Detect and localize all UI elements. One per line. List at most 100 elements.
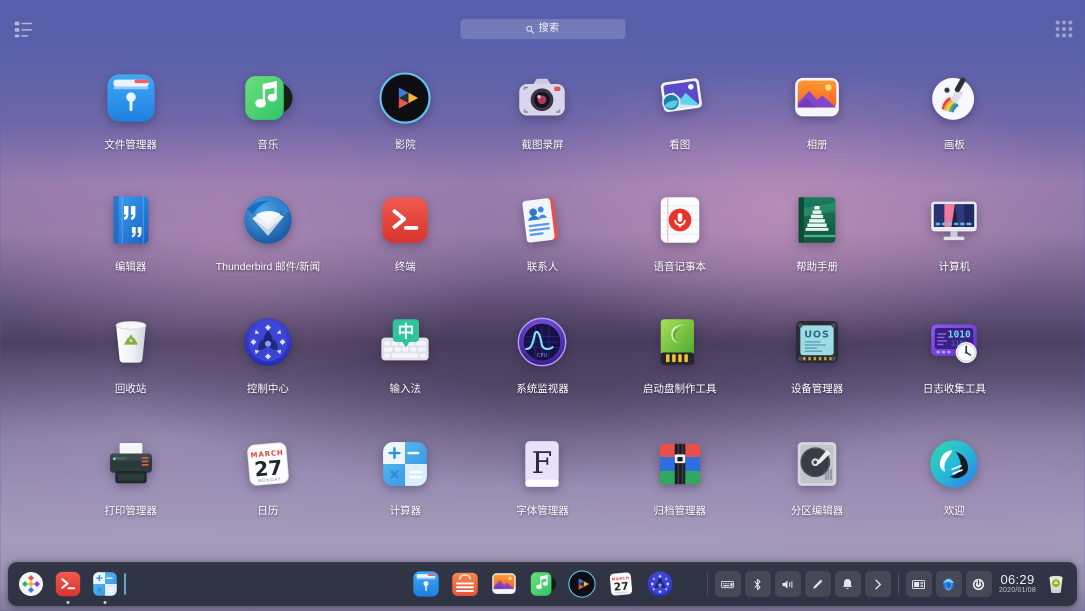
- app-item[interactable]: 编辑器: [62, 184, 199, 306]
- category-view-icon[interactable]: [1053, 18, 1075, 40]
- dock-file-manager[interactable]: [411, 569, 441, 599]
- dock-album[interactable]: [489, 569, 519, 599]
- tray-volume[interactable]: [774, 571, 801, 597]
- partition-editor-icon[interactable]: [789, 436, 845, 492]
- app-item[interactable]: 计算器: [337, 428, 474, 550]
- launcher-topbar: 搜索: [0, 0, 1085, 57]
- app-item[interactable]: 归档管理器: [611, 428, 748, 550]
- movie-icon[interactable]: [377, 70, 433, 126]
- thunderbird-icon[interactable]: [240, 192, 296, 248]
- app-label: 文件管理器: [104, 139, 157, 151]
- app-label: 输入法: [389, 383, 421, 395]
- tray-expand[interactable]: [864, 571, 891, 597]
- app-item[interactable]: 回收站: [62, 306, 199, 428]
- dock-calendar[interactable]: MARCH 27 MONDAY: [606, 569, 636, 599]
- app-label: Thunderbird 邮件/新闻: [215, 261, 321, 273]
- app-item[interactable]: 联系人: [474, 184, 611, 306]
- device-manager-icon[interactable]: UOS: [789, 314, 845, 370]
- tray-brightness[interactable]: [804, 571, 831, 597]
- text-editor-icon[interactable]: [103, 192, 159, 248]
- tray-bluetooth[interactable]: [744, 571, 771, 597]
- app-label: 帮助手册: [796, 261, 839, 273]
- application-grid: 文件管理器 音乐 影院 截图录屏 看图 相册 画板编辑器 Thunderbird 邮件/新闻 终…: [62, 62, 1023, 532]
- app-label: 欢迎: [943, 505, 965, 517]
- app-label: 编辑器: [114, 261, 147, 273]
- dock-music[interactable]: [528, 569, 558, 599]
- app-item[interactable]: 分区编辑器: [748, 428, 885, 550]
- screen-capture-icon[interactable]: [514, 70, 570, 126]
- app-item[interactable]: 截图录屏: [474, 62, 611, 184]
- trash-icon[interactable]: [103, 314, 159, 370]
- app-item[interactable]: 相册: [748, 62, 885, 184]
- contacts-icon[interactable]: [514, 192, 570, 248]
- tray-trash-icon[interactable]: [1043, 571, 1069, 597]
- tray-plain-group: [904, 571, 994, 597]
- app-item[interactable]: 帮助手册: [748, 184, 885, 306]
- dock-control-center[interactable]: [645, 569, 675, 599]
- app-label: 日历: [257, 505, 279, 517]
- drawing-icon[interactable]: [926, 70, 982, 126]
- app-item[interactable]: 1010 1101 日志收集工具: [886, 306, 1023, 428]
- app-item[interactable]: 画板: [886, 62, 1023, 184]
- system-monitor-icon[interactable]: CPU: [514, 314, 570, 370]
- tray-divider-left: [706, 573, 708, 595]
- app-item[interactable]: 音乐: [199, 62, 336, 184]
- app-item[interactable]: 语音记事本: [611, 184, 748, 306]
- control-center-icon[interactable]: [240, 314, 296, 370]
- app-item[interactable]: 文件管理器: [62, 62, 199, 184]
- app-item[interactable]: 计算机: [886, 184, 1023, 306]
- app-item[interactable]: 欢迎: [886, 428, 1023, 550]
- app-item[interactable]: CPU 系统监视器: [474, 306, 611, 428]
- dock-terminal[interactable]: [53, 569, 83, 599]
- help-manual-icon[interactable]: [789, 192, 845, 248]
- app-label: 影院: [394, 139, 416, 151]
- printer-icon[interactable]: [103, 436, 159, 492]
- image-viewer-icon[interactable]: [652, 70, 708, 126]
- app-item[interactable]: 影院: [337, 62, 474, 184]
- archive-manager-icon[interactable]: [652, 436, 708, 492]
- search-input[interactable]: 搜索: [460, 19, 625, 39]
- taskbar-dock: MARCH 27 MONDAY 06:29 2020/01/08: [8, 562, 1077, 606]
- dock-active-window-marker: [124, 573, 126, 595]
- tray-network[interactable]: [935, 571, 962, 597]
- app-item[interactable]: 启动盘制作工具: [611, 306, 748, 428]
- app-item[interactable]: MARCH 27 MONDAY 日历: [199, 428, 336, 550]
- clock-widget[interactable]: 06:29 2020/01/08: [999, 573, 1036, 595]
- dock-movie[interactable]: [567, 569, 597, 599]
- app-label: 分区编辑器: [790, 505, 844, 517]
- welcome-icon[interactable]: [926, 436, 982, 492]
- app-item[interactable]: F 字体管理器: [474, 428, 611, 550]
- launcher-button[interactable]: [16, 569, 46, 599]
- music-icon[interactable]: [240, 70, 296, 126]
- app-item[interactable]: 看图: [611, 62, 748, 184]
- app-item[interactable]: UOS 设备管理器: [748, 306, 885, 428]
- clock-date: 2020/01/08: [998, 586, 1036, 594]
- app-label: 计算器: [389, 505, 421, 517]
- terminal-icon[interactable]: [377, 192, 433, 248]
- app-item[interactable]: 打印管理器: [62, 428, 199, 550]
- font-manager-icon[interactable]: F: [514, 436, 570, 492]
- search-placeholder-text: 搜索: [538, 23, 560, 34]
- tray-multitasking-view[interactable]: [905, 571, 932, 597]
- app-label: 画板: [943, 139, 965, 151]
- calendar-icon[interactable]: MARCH 27 MONDAY: [240, 436, 296, 492]
- app-item[interactable]: 中输入法: [337, 306, 474, 428]
- dock-app-store[interactable]: [450, 569, 480, 599]
- boot-maker-icon[interactable]: [652, 314, 708, 370]
- album-icon[interactable]: [789, 70, 845, 126]
- app-item[interactable]: 终端: [337, 184, 474, 306]
- input-method-icon[interactable]: 中: [377, 314, 433, 370]
- tray-notifications[interactable]: [834, 571, 861, 597]
- dock-system-tray: 06:29 2020/01/08: [702, 571, 1077, 597]
- voice-note-icon[interactable]: [652, 192, 708, 248]
- app-item[interactable]: 控制中心: [199, 306, 336, 428]
- list-view-icon[interactable]: [12, 18, 34, 40]
- app-item[interactable]: Thunderbird 邮件/新闻: [199, 184, 336, 306]
- log-collector-icon[interactable]: 1010 1101: [926, 314, 982, 370]
- tray-power[interactable]: [965, 571, 992, 597]
- calculator-icon[interactable]: [377, 436, 433, 492]
- dock-calculator[interactable]: [90, 569, 120, 599]
- computer-icon[interactable]: [926, 192, 982, 248]
- file-manager-icon[interactable]: [103, 70, 159, 126]
- tray-onboard-keyboard[interactable]: [714, 571, 741, 597]
